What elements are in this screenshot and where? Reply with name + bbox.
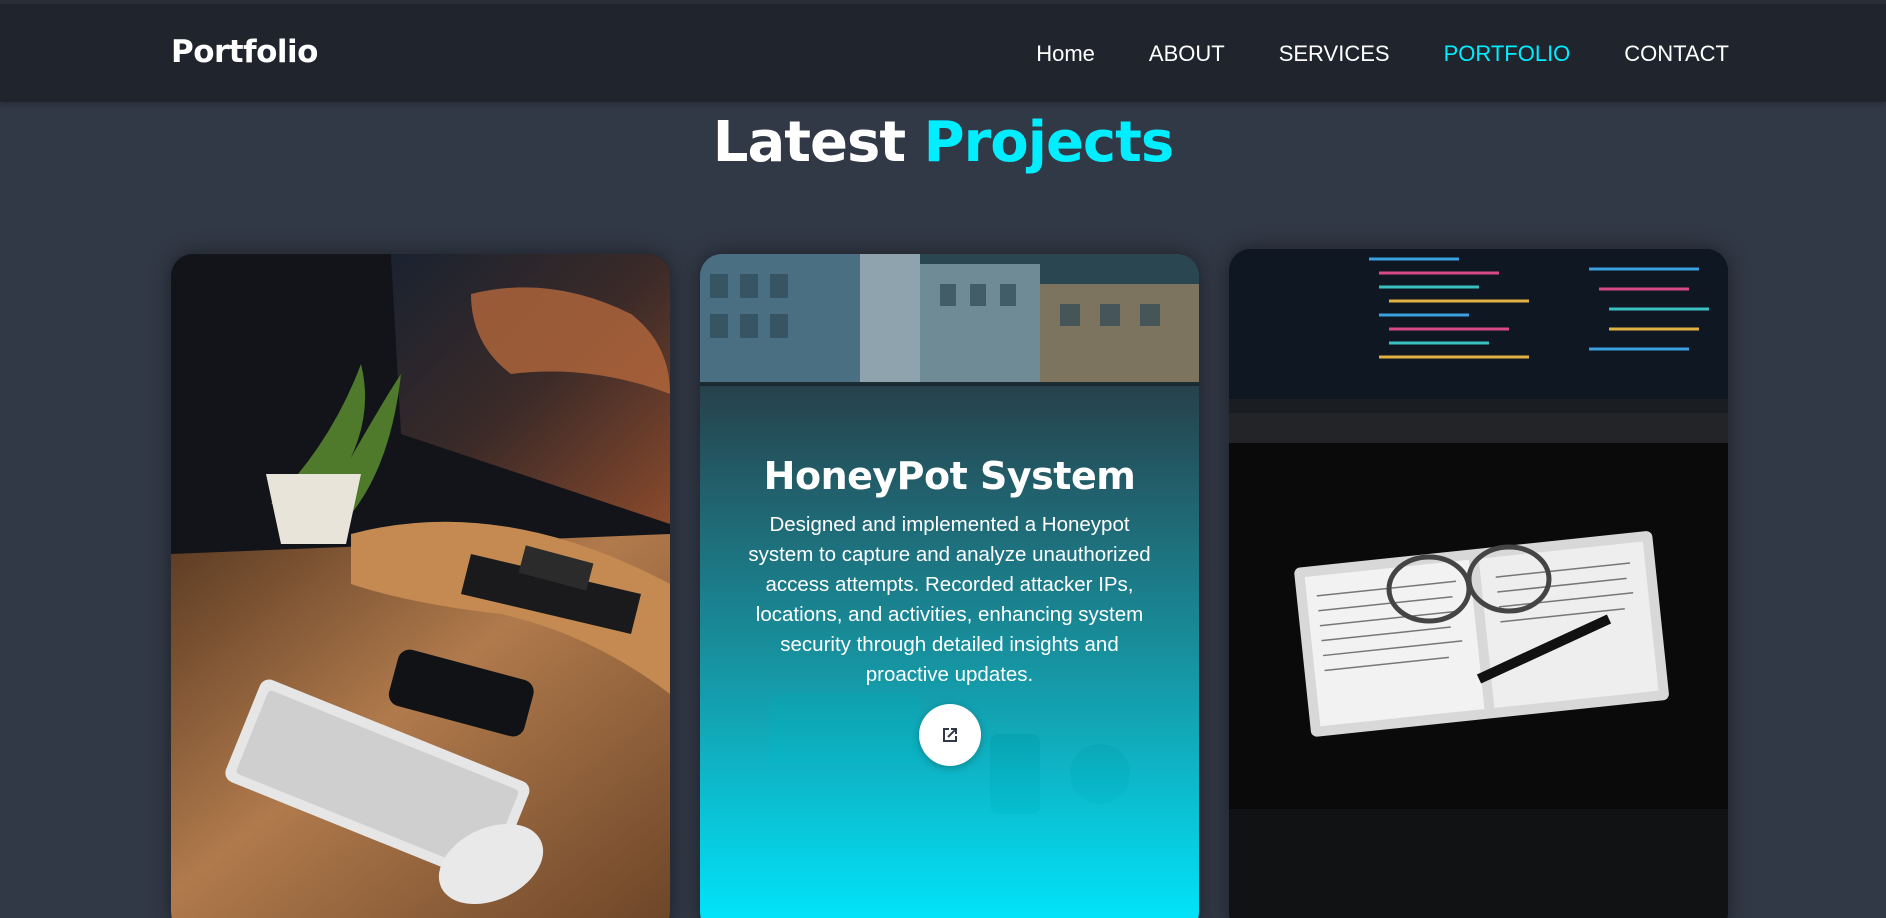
external-link-icon <box>942 728 957 742</box>
project-card-desk[interactable] <box>171 254 670 918</box>
project-card-notebook[interactable] <box>1229 249 1728 918</box>
section-title-main: Latest <box>712 110 906 175</box>
project-description: Designed and implemented a Honeypot syst… <box>748 513 1151 686</box>
project-link-button[interactable] <box>918 704 981 766</box>
nav-about[interactable]: ABOUT <box>1149 41 1225 67</box>
desk-setup-photo <box>171 254 670 918</box>
nav-home[interactable]: Home <box>1036 41 1095 67</box>
section-title: Latest Projects <box>0 110 1886 175</box>
site-header: Portfolio Home ABOUT SERVICES PORTFOLIO … <box>0 4 1886 102</box>
main-nav: Home ABOUT SERVICES PORTFOLIO CONTACT <box>982 41 1729 67</box>
nav-portfolio[interactable]: PORTFOLIO <box>1444 41 1571 67</box>
project-card-honeypot[interactable]: HoneyPot System Designed and implemented… <box>700 254 1199 918</box>
nav-contact[interactable]: CONTACT <box>1624 41 1729 67</box>
nav-services[interactable]: SERVICES <box>1279 41 1390 67</box>
notebook-glasses-photo <box>1229 249 1728 918</box>
project-layer: HoneyPot System Designed and implemented… <box>700 254 1199 918</box>
section-title-accent: Projects <box>923 110 1175 175</box>
site-logo[interactable]: Portfolio <box>171 34 318 70</box>
project-title: HoneyPot System <box>763 454 1136 498</box>
